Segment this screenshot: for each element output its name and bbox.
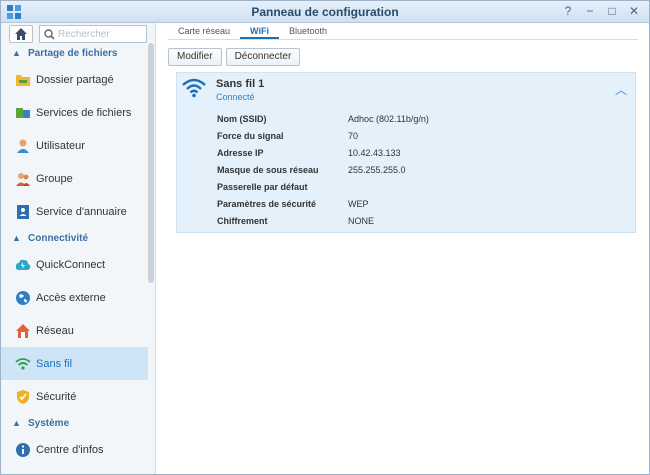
detail-key: Nom (SSID): [217, 113, 267, 124]
detail-key: Passerelle par défaut: [217, 181, 308, 192]
detail-key: Chiffrement: [217, 215, 268, 226]
sidebar-item-label: Service d'annuaire: [36, 205, 127, 218]
sidebar-item-label: Sans fil: [36, 357, 73, 370]
section-system[interactable]: ▲ Système: [1, 413, 148, 433]
sidebar-scrollbar[interactable]: [148, 43, 154, 283]
sidebar-item-label: Accès externe: [36, 291, 106, 304]
search-box[interactable]: [39, 25, 147, 43]
chevron-up-icon: ▲: [12, 48, 21, 58]
tab-wifi[interactable]: WiFi: [240, 23, 279, 39]
sidebar-item-shared-folder[interactable]: Dossier partagé: [1, 63, 148, 96]
shield-icon: [15, 389, 31, 405]
modify-button[interactable]: Modifier: [168, 48, 222, 66]
chevron-up-icon[interactable]: ︿: [615, 81, 627, 98]
section-connectivity[interactable]: ▲ Connectivité: [1, 228, 148, 248]
detail-key: Masque de sous réseau: [217, 164, 319, 175]
connection-title: Sans fil 1: [216, 78, 265, 90]
sidebar: ▲ Partage de fichiers Dossier partagé Se…: [1, 23, 156, 474]
sidebar-item-label: Réseau: [36, 324, 74, 337]
detail-key: Paramètres de sécurité: [217, 198, 317, 209]
window-title: Panneau de configuration: [251, 5, 399, 19]
detail-row: Force du signal 70: [217, 127, 429, 144]
home-icon: [15, 28, 27, 40]
file-services-icon: [15, 105, 31, 121]
folder-icon: [15, 72, 31, 88]
sidebar-item-quickconnect[interactable]: QuickConnect: [1, 248, 148, 281]
chevron-up-icon: ▲: [12, 418, 21, 428]
connection-details: Nom (SSID) Adhoc (802.11b/g/n) Force du …: [217, 110, 429, 229]
sidebar-item-label: Services de fichiers: [36, 106, 132, 119]
connection-status: Connecté: [216, 92, 255, 102]
sidebar-item-info-center[interactable]: Centre d'infos: [1, 433, 148, 466]
sidebar-item-label: Sécurité: [36, 390, 77, 403]
home-button[interactable]: [9, 25, 33, 43]
tab-network-card[interactable]: Carte réseau: [168, 23, 240, 39]
quickconnect-icon: [15, 257, 31, 273]
sidebar-item-directory-service[interactable]: Service d'annuaire: [1, 195, 148, 228]
sidebar-item-label: Groupe: [36, 172, 73, 185]
detail-row: Passerelle par défaut: [217, 178, 429, 195]
search-input[interactable]: [58, 27, 144, 41]
tab-bar: Carte réseau WiFi Bluetooth: [168, 23, 638, 40]
detail-row: Masque de sous réseau 255.255.255.0: [217, 161, 429, 178]
sidebar-item-group[interactable]: Groupe: [1, 162, 148, 195]
detail-value: 255.255.255.0: [348, 164, 406, 175]
sidebar-item-label: QuickConnect: [36, 258, 106, 271]
detail-value: NONE: [348, 215, 375, 226]
section-file-sharing[interactable]: ▲ Partage de fichiers: [1, 43, 148, 63]
disconnect-button[interactable]: Déconnecter: [225, 48, 301, 66]
connection-card[interactable]: Sans fil 1 Connecté ︿ Nom (SSID) Adhoc (…: [176, 72, 636, 233]
sidebar-item-label: Utilisateur: [36, 139, 85, 152]
sidebar-item-file-services[interactable]: Services de fichiers: [1, 96, 148, 129]
detail-key: Force du signal: [217, 130, 284, 141]
sidebar-item-label: Dossier partagé: [36, 73, 114, 86]
section-label: Connectivité: [28, 232, 89, 244]
section-label: Système: [28, 417, 70, 429]
detail-row: Nom (SSID) Adhoc (802.11b/g/n): [217, 110, 429, 127]
sidebar-item-user[interactable]: Utilisateur: [1, 129, 148, 162]
detail-value: Adhoc (802.11b/g/n): [348, 113, 429, 124]
sidebar-item-label: Centre d'infos: [36, 443, 104, 456]
minimize-icon[interactable]: −: [581, 3, 599, 19]
detail-value: 10.42.43.133: [348, 147, 401, 158]
detail-row: Chiffrement NONE: [217, 212, 429, 229]
wifi-icon: [182, 78, 206, 98]
detail-row: Adresse IP 10.42.43.133: [217, 144, 429, 161]
detail-value: 70: [348, 130, 359, 141]
detail-row: Paramètres de sécurité WEP: [217, 195, 429, 212]
help-icon[interactable]: ?: [559, 3, 577, 19]
maximize-icon[interactable]: □: [603, 3, 621, 19]
tab-bluetooth[interactable]: Bluetooth: [279, 23, 337, 39]
search-icon: [44, 29, 55, 40]
sidebar-item-external-access[interactable]: Accès externe: [1, 281, 148, 314]
control-panel-window: Panneau de configuration ? − □ ✕ Recherc…: [0, 0, 650, 475]
sidebar-item-security[interactable]: Sécurité: [1, 380, 148, 413]
detail-key: Adresse IP: [217, 147, 264, 158]
sidebar-item-wireless[interactable]: Sans fil: [1, 347, 148, 380]
user-icon: [15, 138, 31, 154]
close-icon[interactable]: ✕: [625, 3, 643, 19]
directory-icon: [15, 204, 31, 220]
title-bar: Panneau de configuration ? − □ ✕: [1, 1, 649, 23]
toolbar: Modifier Déconnecter: [168, 48, 301, 66]
detail-value: WEP: [348, 198, 369, 209]
main-panel: Carte réseau WiFi Bluetooth Modifier Déc…: [158, 23, 649, 474]
globe-icon: [15, 290, 31, 306]
chevron-up-icon: ▲: [12, 233, 21, 243]
wifi-icon: [15, 356, 31, 372]
section-label: Partage de fichiers: [28, 47, 118, 59]
group-icon: [15, 171, 31, 187]
sidebar-item-network[interactable]: Réseau: [1, 314, 148, 347]
info-icon: [15, 442, 31, 458]
network-icon: [15, 323, 31, 339]
